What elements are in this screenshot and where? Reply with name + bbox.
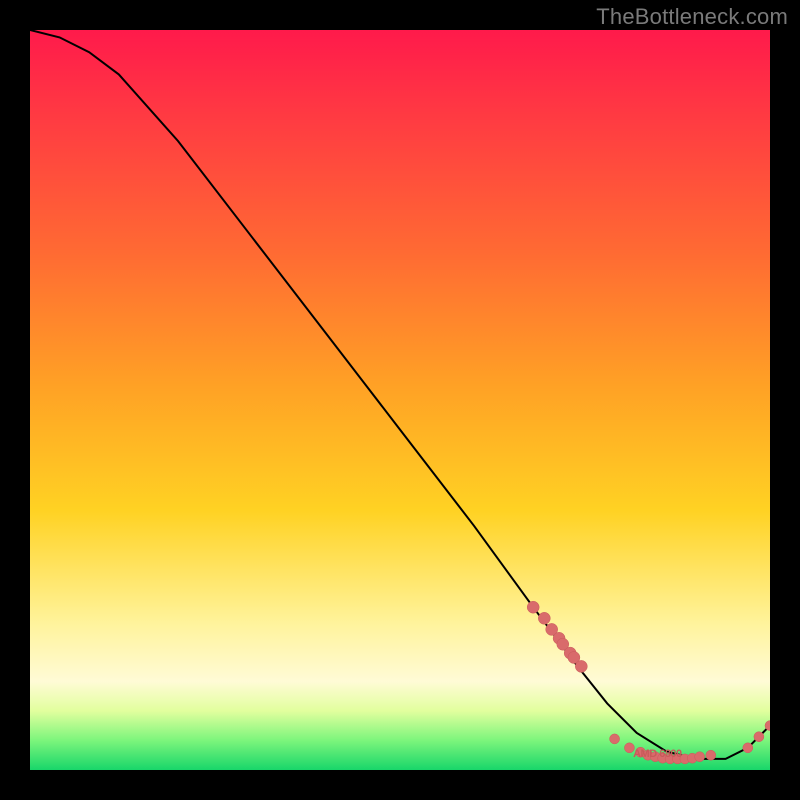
trough-label: AMD 6800 bbox=[633, 748, 682, 760]
bottleneck-curve bbox=[30, 30, 770, 759]
dot-cluster-descent bbox=[527, 601, 587, 672]
watermark-text: TheBottleneck.com bbox=[596, 4, 788, 30]
data-point bbox=[610, 734, 620, 744]
chart-frame: AMD 6800 TheBottleneck.com bbox=[0, 0, 800, 800]
chart-svg: AMD 6800 bbox=[30, 30, 770, 770]
data-point bbox=[706, 750, 716, 760]
data-point bbox=[695, 752, 705, 762]
plot-area: AMD 6800 bbox=[30, 30, 770, 770]
dot-cluster-tail bbox=[743, 721, 770, 753]
data-point bbox=[743, 743, 753, 753]
data-point bbox=[575, 660, 587, 672]
data-point bbox=[538, 612, 550, 624]
data-point bbox=[754, 732, 764, 742]
data-point bbox=[527, 601, 539, 613]
